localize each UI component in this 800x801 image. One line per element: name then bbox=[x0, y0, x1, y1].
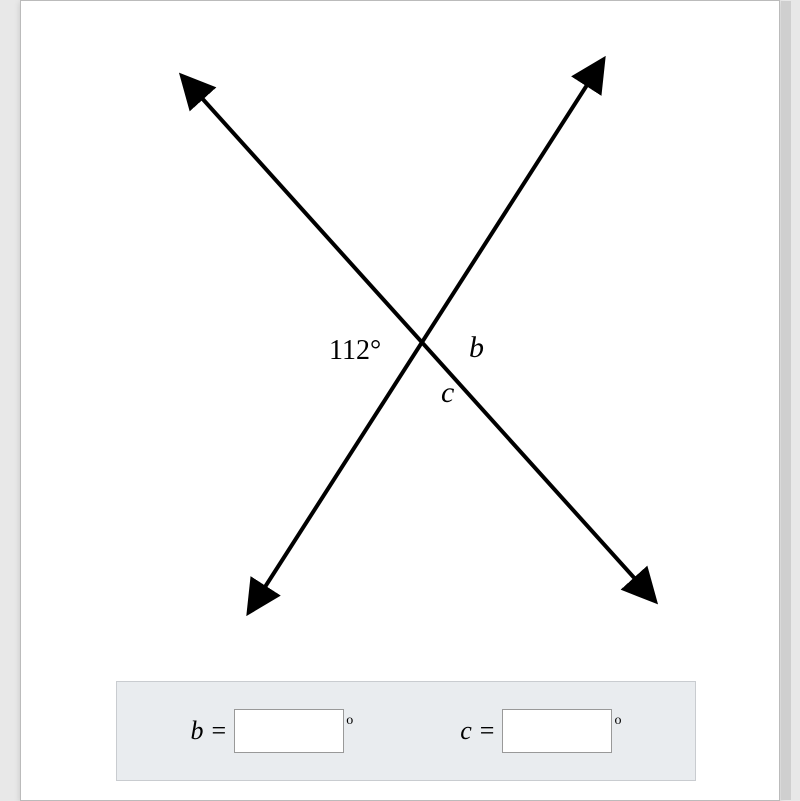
input-b[interactable] bbox=[234, 709, 344, 753]
angle-label-given: 112° bbox=[329, 335, 381, 367]
equals-b: = bbox=[212, 716, 227, 746]
input-c[interactable] bbox=[502, 709, 612, 753]
equals-c: = bbox=[480, 716, 495, 746]
angle-label-c: c bbox=[441, 376, 454, 410]
unit-c: o bbox=[614, 713, 621, 729]
var-c: c bbox=[460, 716, 472, 746]
unit-b: o bbox=[346, 713, 353, 729]
var-b: b bbox=[191, 716, 204, 746]
worksheet-page: 112° b c b = o c = o bbox=[20, 0, 780, 801]
scrollbar[interactable] bbox=[781, 1, 791, 800]
answer-field-b: b = o bbox=[191, 709, 354, 753]
intersecting-lines-svg bbox=[76, 31, 726, 631]
angle-label-b: b bbox=[469, 331, 484, 365]
angle-diagram: 112° b c bbox=[76, 31, 726, 631]
line-one bbox=[191, 86, 646, 591]
answer-field-c: c = o bbox=[460, 709, 621, 753]
line-two bbox=[256, 71, 596, 601]
answer-panel: b = o c = o bbox=[116, 681, 696, 781]
